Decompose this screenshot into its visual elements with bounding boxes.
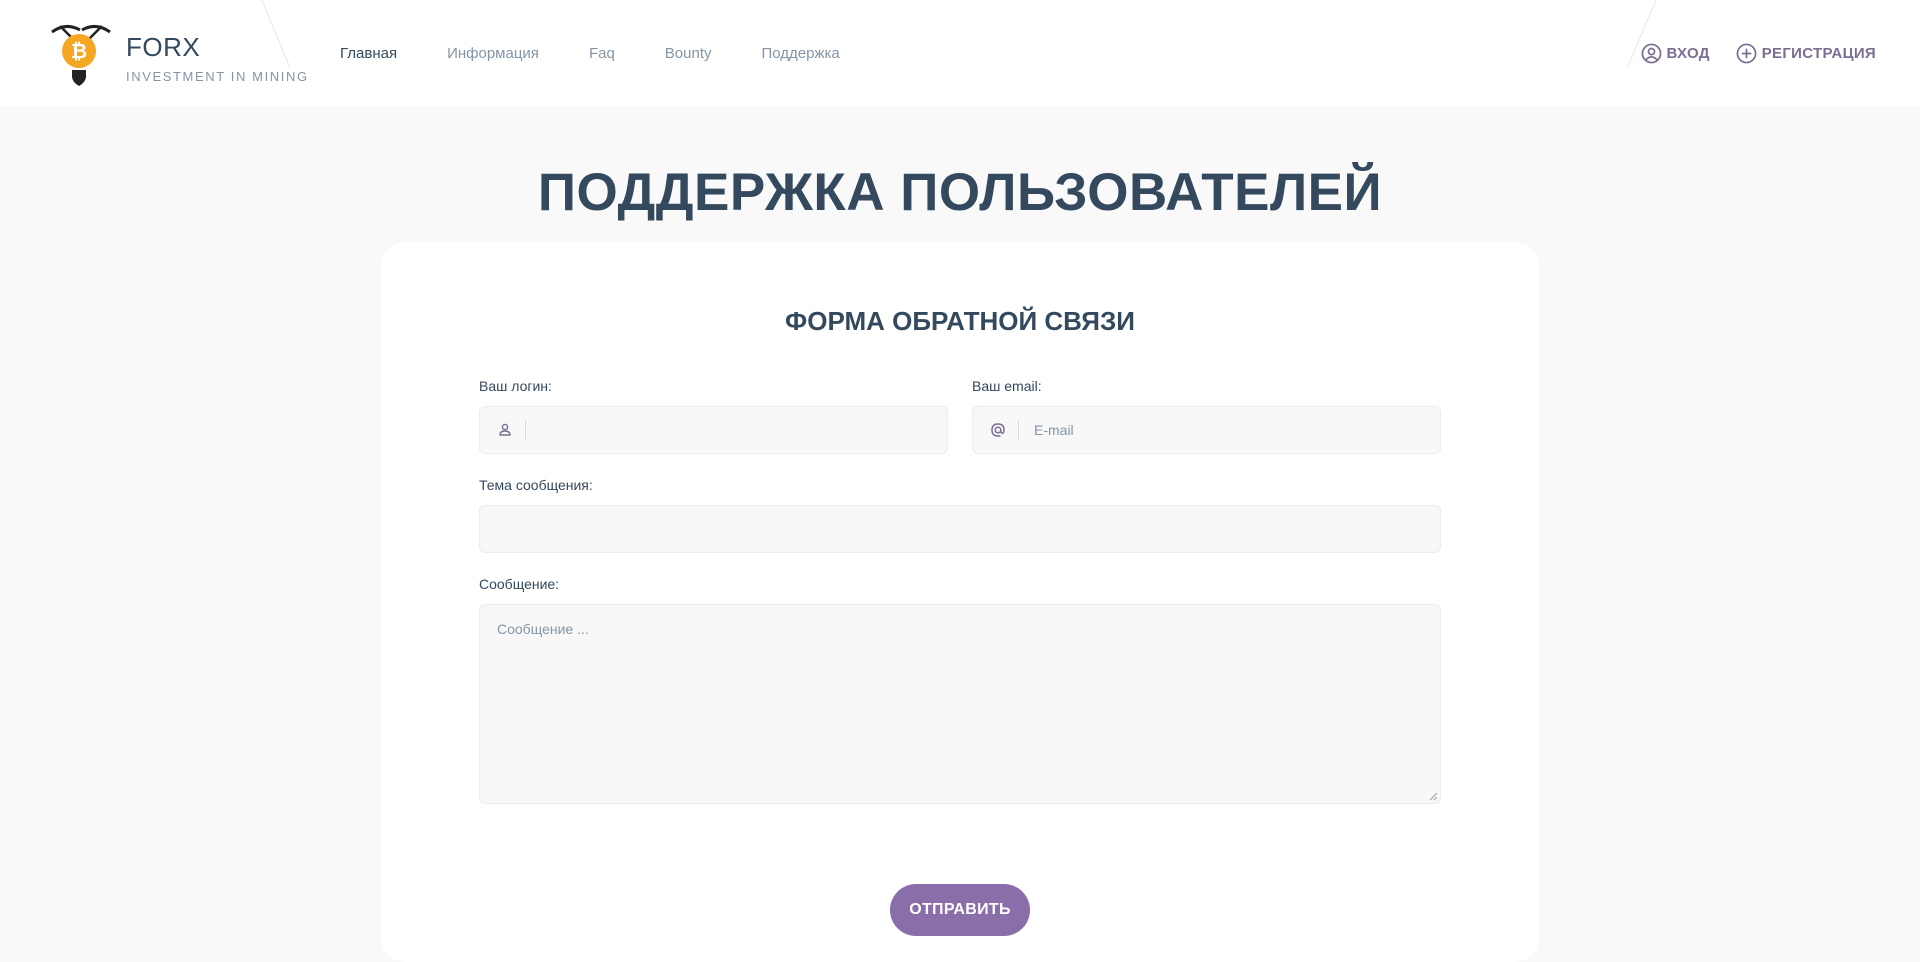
submit-button[interactable]: ОТПРАВИТЬ bbox=[890, 884, 1030, 936]
email-placeholder: E-mail bbox=[1034, 422, 1074, 438]
site-header: ₿ FORX INVESTMENT IN MINING Главная Инфо… bbox=[0, 0, 1920, 106]
main-nav: Главная Информация Faq Bounty Поддержка bbox=[340, 0, 890, 106]
message-placeholder: Сообщение ... bbox=[497, 621, 589, 637]
brand-name[interactable]: FORX bbox=[126, 32, 200, 63]
email-label: Ваш email: bbox=[972, 378, 1042, 394]
nav-item-faq[interactable]: Faq bbox=[589, 45, 615, 62]
feedback-form-card: ФОРМА ОБРАТНОЙ СВЯЗИ Ваш логин: Ваш emai… bbox=[381, 242, 1539, 962]
message-textarea[interactable]: Сообщение ... bbox=[479, 604, 1441, 804]
register-label: РЕГИСТРАЦИЯ bbox=[1761, 44, 1876, 62]
email-input[interactable]: E-mail bbox=[972, 406, 1441, 454]
nav-item-info[interactable]: Информация bbox=[447, 45, 539, 62]
at-sign-icon bbox=[991, 423, 1005, 437]
svg-text:₿: ₿ bbox=[71, 39, 87, 63]
input-separator bbox=[1018, 420, 1019, 441]
login-button[interactable]: ВХОД bbox=[1641, 43, 1710, 64]
nav-item-home[interactable]: Главная bbox=[340, 45, 397, 62]
login-input[interactable] bbox=[479, 406, 948, 454]
subject-label: Тема сообщения: bbox=[479, 477, 593, 493]
auth-links: ВХОД РЕГИСТРАЦИЯ bbox=[1641, 0, 1877, 106]
bitcoin-miner-icon[interactable]: ₿ bbox=[46, 20, 116, 86]
nav-item-bounty[interactable]: Bounty bbox=[665, 45, 712, 62]
subject-input[interactable] bbox=[479, 505, 1441, 553]
resize-handle-icon[interactable] bbox=[1429, 792, 1438, 801]
user-icon bbox=[499, 423, 511, 436]
page-title: ПОДДЕРЖКА ПОЛЬЗОВАТЕЛЕЙ bbox=[537, 163, 1383, 222]
login-label: Ваш логин: bbox=[479, 378, 552, 394]
login-label: ВХОД bbox=[1666, 44, 1710, 62]
input-separator bbox=[525, 420, 526, 441]
decorative-divider bbox=[262, 0, 291, 69]
nav-item-support[interactable]: Поддержка bbox=[762, 45, 840, 62]
message-label: Сообщение: bbox=[479, 576, 560, 592]
plus-circle-icon bbox=[1736, 43, 1757, 63]
register-button[interactable]: РЕГИСТРАЦИЯ bbox=[1736, 43, 1876, 64]
user-circle-icon bbox=[1641, 43, 1661, 63]
form-title: ФОРМА ОБРАТНОЙ СВЯЗИ bbox=[785, 306, 1135, 336]
